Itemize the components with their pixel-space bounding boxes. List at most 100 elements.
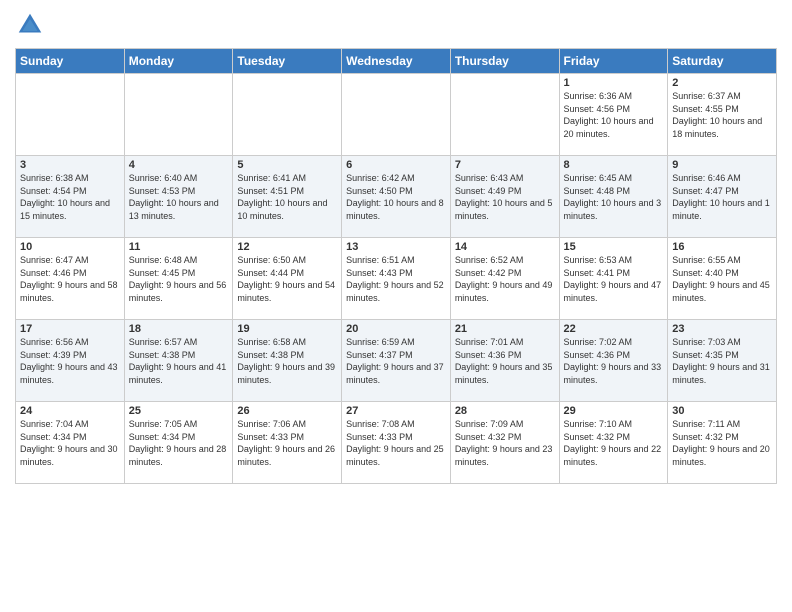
calendar-cell: 2Sunrise: 6:37 AM Sunset: 4:55 PM Daylig… xyxy=(668,74,777,156)
day-number: 6 xyxy=(346,159,446,171)
calendar-cell: 18Sunrise: 6:57 AM Sunset: 4:38 PM Dayli… xyxy=(124,320,233,402)
day-info: Sunrise: 6:37 AM Sunset: 4:55 PM Dayligh… xyxy=(672,90,772,140)
calendar-cell: 3Sunrise: 6:38 AM Sunset: 4:54 PM Daylig… xyxy=(16,156,125,238)
day-info: Sunrise: 6:56 AM Sunset: 4:39 PM Dayligh… xyxy=(20,336,120,386)
calendar-cell: 28Sunrise: 7:09 AM Sunset: 4:32 PM Dayli… xyxy=(450,402,559,484)
day-info: Sunrise: 7:02 AM Sunset: 4:36 PM Dayligh… xyxy=(564,336,664,386)
day-info: Sunrise: 6:47 AM Sunset: 4:46 PM Dayligh… xyxy=(20,254,120,304)
calendar-cell: 6Sunrise: 6:42 AM Sunset: 4:50 PM Daylig… xyxy=(342,156,451,238)
calendar-cell: 11Sunrise: 6:48 AM Sunset: 4:45 PM Dayli… xyxy=(124,238,233,320)
day-info: Sunrise: 7:04 AM Sunset: 4:34 PM Dayligh… xyxy=(20,418,120,468)
day-info: Sunrise: 6:38 AM Sunset: 4:54 PM Dayligh… xyxy=(20,172,120,222)
calendar-cell xyxy=(16,74,125,156)
day-number: 15 xyxy=(564,241,664,253)
calendar-cell: 26Sunrise: 7:06 AM Sunset: 4:33 PM Dayli… xyxy=(233,402,342,484)
day-number: 23 xyxy=(672,323,772,335)
weekday-header: Wednesday xyxy=(342,49,451,74)
calendar-cell: 22Sunrise: 7:02 AM Sunset: 4:36 PM Dayli… xyxy=(559,320,668,402)
day-info: Sunrise: 7:09 AM Sunset: 4:32 PM Dayligh… xyxy=(455,418,555,468)
day-info: Sunrise: 7:01 AM Sunset: 4:36 PM Dayligh… xyxy=(455,336,555,386)
day-number: 25 xyxy=(129,405,229,417)
calendar-table: SundayMondayTuesdayWednesdayThursdayFrid… xyxy=(15,48,777,484)
logo-icon xyxy=(15,10,45,40)
calendar-cell: 1Sunrise: 6:36 AM Sunset: 4:56 PM Daylig… xyxy=(559,74,668,156)
day-number: 8 xyxy=(564,159,664,171)
day-number: 24 xyxy=(20,405,120,417)
day-info: Sunrise: 6:41 AM Sunset: 4:51 PM Dayligh… xyxy=(237,172,337,222)
day-number: 18 xyxy=(129,323,229,335)
day-info: Sunrise: 7:03 AM Sunset: 4:35 PM Dayligh… xyxy=(672,336,772,386)
day-info: Sunrise: 7:08 AM Sunset: 4:33 PM Dayligh… xyxy=(346,418,446,468)
day-number: 4 xyxy=(129,159,229,171)
day-number: 19 xyxy=(237,323,337,335)
calendar-cell: 17Sunrise: 6:56 AM Sunset: 4:39 PM Dayli… xyxy=(16,320,125,402)
calendar-cell xyxy=(124,74,233,156)
day-number: 10 xyxy=(20,241,120,253)
day-number: 26 xyxy=(237,405,337,417)
calendar-week-row: 1Sunrise: 6:36 AM Sunset: 4:56 PM Daylig… xyxy=(16,74,777,156)
day-number: 12 xyxy=(237,241,337,253)
day-info: Sunrise: 6:58 AM Sunset: 4:38 PM Dayligh… xyxy=(237,336,337,386)
day-number: 3 xyxy=(20,159,120,171)
day-number: 27 xyxy=(346,405,446,417)
calendar-cell: 15Sunrise: 6:53 AM Sunset: 4:41 PM Dayli… xyxy=(559,238,668,320)
calendar-cell: 19Sunrise: 6:58 AM Sunset: 4:38 PM Dayli… xyxy=(233,320,342,402)
calendar-cell: 24Sunrise: 7:04 AM Sunset: 4:34 PM Dayli… xyxy=(16,402,125,484)
day-number: 14 xyxy=(455,241,555,253)
day-number: 2 xyxy=(672,77,772,89)
day-info: Sunrise: 7:11 AM Sunset: 4:32 PM Dayligh… xyxy=(672,418,772,468)
calendar-cell xyxy=(233,74,342,156)
day-info: Sunrise: 6:48 AM Sunset: 4:45 PM Dayligh… xyxy=(129,254,229,304)
page-header xyxy=(15,10,777,40)
weekday-header: Saturday xyxy=(668,49,777,74)
day-info: Sunrise: 6:36 AM Sunset: 4:56 PM Dayligh… xyxy=(564,90,664,140)
calendar-cell: 4Sunrise: 6:40 AM Sunset: 4:53 PM Daylig… xyxy=(124,156,233,238)
calendar-week-row: 24Sunrise: 7:04 AM Sunset: 4:34 PM Dayli… xyxy=(16,402,777,484)
day-info: Sunrise: 6:57 AM Sunset: 4:38 PM Dayligh… xyxy=(129,336,229,386)
day-number: 9 xyxy=(672,159,772,171)
calendar-cell: 5Sunrise: 6:41 AM Sunset: 4:51 PM Daylig… xyxy=(233,156,342,238)
day-number: 20 xyxy=(346,323,446,335)
day-info: Sunrise: 6:59 AM Sunset: 4:37 PM Dayligh… xyxy=(346,336,446,386)
calendar-header-row: SundayMondayTuesdayWednesdayThursdayFrid… xyxy=(16,49,777,74)
calendar-cell: 29Sunrise: 7:10 AM Sunset: 4:32 PM Dayli… xyxy=(559,402,668,484)
day-number: 5 xyxy=(237,159,337,171)
day-info: Sunrise: 6:46 AM Sunset: 4:47 PM Dayligh… xyxy=(672,172,772,222)
weekday-header: Thursday xyxy=(450,49,559,74)
day-info: Sunrise: 6:45 AM Sunset: 4:48 PM Dayligh… xyxy=(564,172,664,222)
day-info: Sunrise: 7:06 AM Sunset: 4:33 PM Dayligh… xyxy=(237,418,337,468)
calendar-week-row: 17Sunrise: 6:56 AM Sunset: 4:39 PM Dayli… xyxy=(16,320,777,402)
day-number: 7 xyxy=(455,159,555,171)
calendar-cell: 10Sunrise: 6:47 AM Sunset: 4:46 PM Dayli… xyxy=(16,238,125,320)
calendar-cell: 30Sunrise: 7:11 AM Sunset: 4:32 PM Dayli… xyxy=(668,402,777,484)
calendar-cell xyxy=(450,74,559,156)
day-number: 30 xyxy=(672,405,772,417)
calendar-cell: 12Sunrise: 6:50 AM Sunset: 4:44 PM Dayli… xyxy=(233,238,342,320)
calendar-cell: 7Sunrise: 6:43 AM Sunset: 4:49 PM Daylig… xyxy=(450,156,559,238)
day-info: Sunrise: 6:55 AM Sunset: 4:40 PM Dayligh… xyxy=(672,254,772,304)
day-info: Sunrise: 6:42 AM Sunset: 4:50 PM Dayligh… xyxy=(346,172,446,222)
day-number: 17 xyxy=(20,323,120,335)
day-number: 21 xyxy=(455,323,555,335)
weekday-header: Monday xyxy=(124,49,233,74)
calendar-cell: 13Sunrise: 6:51 AM Sunset: 4:43 PM Dayli… xyxy=(342,238,451,320)
logo xyxy=(15,10,49,40)
calendar-cell: 21Sunrise: 7:01 AM Sunset: 4:36 PM Dayli… xyxy=(450,320,559,402)
day-info: Sunrise: 6:53 AM Sunset: 4:41 PM Dayligh… xyxy=(564,254,664,304)
calendar-cell: 23Sunrise: 7:03 AM Sunset: 4:35 PM Dayli… xyxy=(668,320,777,402)
day-number: 16 xyxy=(672,241,772,253)
calendar-cell: 8Sunrise: 6:45 AM Sunset: 4:48 PM Daylig… xyxy=(559,156,668,238)
page-container: SundayMondayTuesdayWednesdayThursdayFrid… xyxy=(0,0,792,489)
weekday-header: Sunday xyxy=(16,49,125,74)
weekday-header: Tuesday xyxy=(233,49,342,74)
day-info: Sunrise: 6:50 AM Sunset: 4:44 PM Dayligh… xyxy=(237,254,337,304)
calendar-cell: 20Sunrise: 6:59 AM Sunset: 4:37 PM Dayli… xyxy=(342,320,451,402)
day-number: 28 xyxy=(455,405,555,417)
day-info: Sunrise: 7:10 AM Sunset: 4:32 PM Dayligh… xyxy=(564,418,664,468)
weekday-header: Friday xyxy=(559,49,668,74)
calendar-cell: 14Sunrise: 6:52 AM Sunset: 4:42 PM Dayli… xyxy=(450,238,559,320)
day-number: 29 xyxy=(564,405,664,417)
calendar-week-row: 10Sunrise: 6:47 AM Sunset: 4:46 PM Dayli… xyxy=(16,238,777,320)
day-number: 13 xyxy=(346,241,446,253)
day-number: 22 xyxy=(564,323,664,335)
